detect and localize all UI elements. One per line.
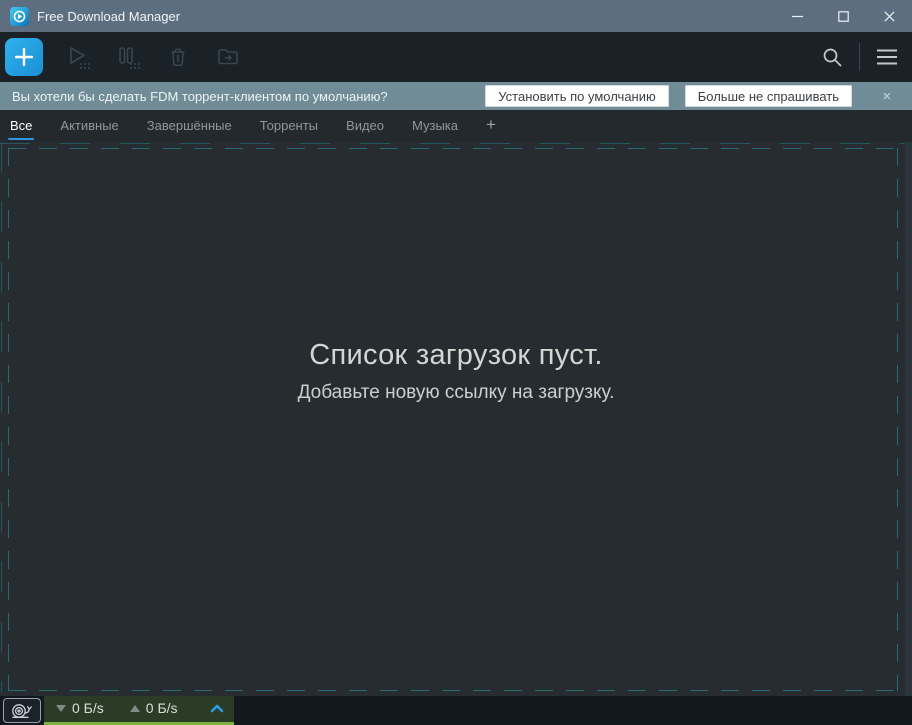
download-speed-value: 0 Б/s: [72, 700, 104, 716]
expand-chevron-icon[interactable]: [210, 704, 224, 713]
toolbar-right: [819, 43, 900, 71]
tab-completed[interactable]: Завершённые: [147, 111, 232, 141]
snail-mode-button[interactable]: [3, 698, 41, 723]
notification-bar: Вы хотели бы сделать FDM торрент-клиенто…: [0, 82, 912, 110]
window-title: Free Download Manager: [37, 8, 181, 24]
delete-download-icon[interactable]: [165, 44, 191, 70]
maximize-button[interactable]: [820, 0, 866, 32]
add-download-button[interactable]: [5, 38, 43, 76]
notification-close-icon[interactable]: ×: [876, 85, 898, 107]
toolbar: [0, 32, 912, 82]
tab-active[interactable]: Активные: [60, 111, 118, 141]
close-button[interactable]: [866, 0, 912, 32]
empty-state-title: Список загрузок пуст.: [309, 338, 603, 371]
search-icon[interactable]: [819, 44, 845, 70]
open-folder-icon[interactable]: [215, 44, 241, 70]
add-tab-button[interactable]: +: [486, 108, 496, 145]
notification-message: Вы хотели бы сделать FDM торрент-клиенто…: [12, 88, 388, 104]
tab-torrents[interactable]: Торренты: [260, 111, 318, 141]
upload-speed-value: 0 Б/s: [145, 700, 178, 716]
toolbar-divider: [859, 43, 860, 71]
speed-panel[interactable]: 0 Б/s 0 Б/s: [44, 696, 234, 725]
pause-downloads-icon[interactable]: [115, 44, 141, 70]
empty-state-subtitle: Добавьте новую ссылку на загрузку.: [297, 381, 615, 403]
start-downloads-icon[interactable]: [65, 44, 91, 70]
window-controls: [774, 0, 912, 32]
dont-ask-button[interactable]: Больше не спрашивать: [684, 85, 852, 107]
tab-all[interactable]: Все: [7, 111, 35, 141]
tab-music[interactable]: Музыка: [412, 111, 458, 141]
snail-icon: [12, 704, 32, 718]
status-bar: 0 Б/s 0 Б/s: [0, 696, 912, 725]
notification-buttons: Установить по умолчанию Больше не спраши…: [485, 85, 902, 107]
tab-video[interactable]: Видео: [346, 111, 384, 141]
set-default-button[interactable]: Установить по умолчанию: [485, 85, 669, 107]
download-speed: 0 Б/s: [56, 700, 104, 716]
upload-speed: 0 Б/s: [129, 700, 178, 716]
titlebar: Free Download Manager: [0, 0, 912, 32]
menu-icon[interactable]: [874, 44, 900, 70]
empty-state: Список загрузок пуст. Добавьте новую ссы…: [0, 142, 912, 696]
minimize-button[interactable]: [774, 0, 820, 32]
fdm-logo-icon: [10, 6, 29, 26]
upload-arrow-icon: [129, 704, 140, 712]
tab-bar: Все Активные Завершённые Торренты Видео …: [0, 110, 912, 142]
download-arrow-icon: [56, 704, 66, 712]
downloads-area: Список загрузок пуст. Добавьте новую ссы…: [0, 142, 912, 696]
fdm-window: Free Download Manager Вы хотели бы сдела…: [0, 0, 912, 725]
